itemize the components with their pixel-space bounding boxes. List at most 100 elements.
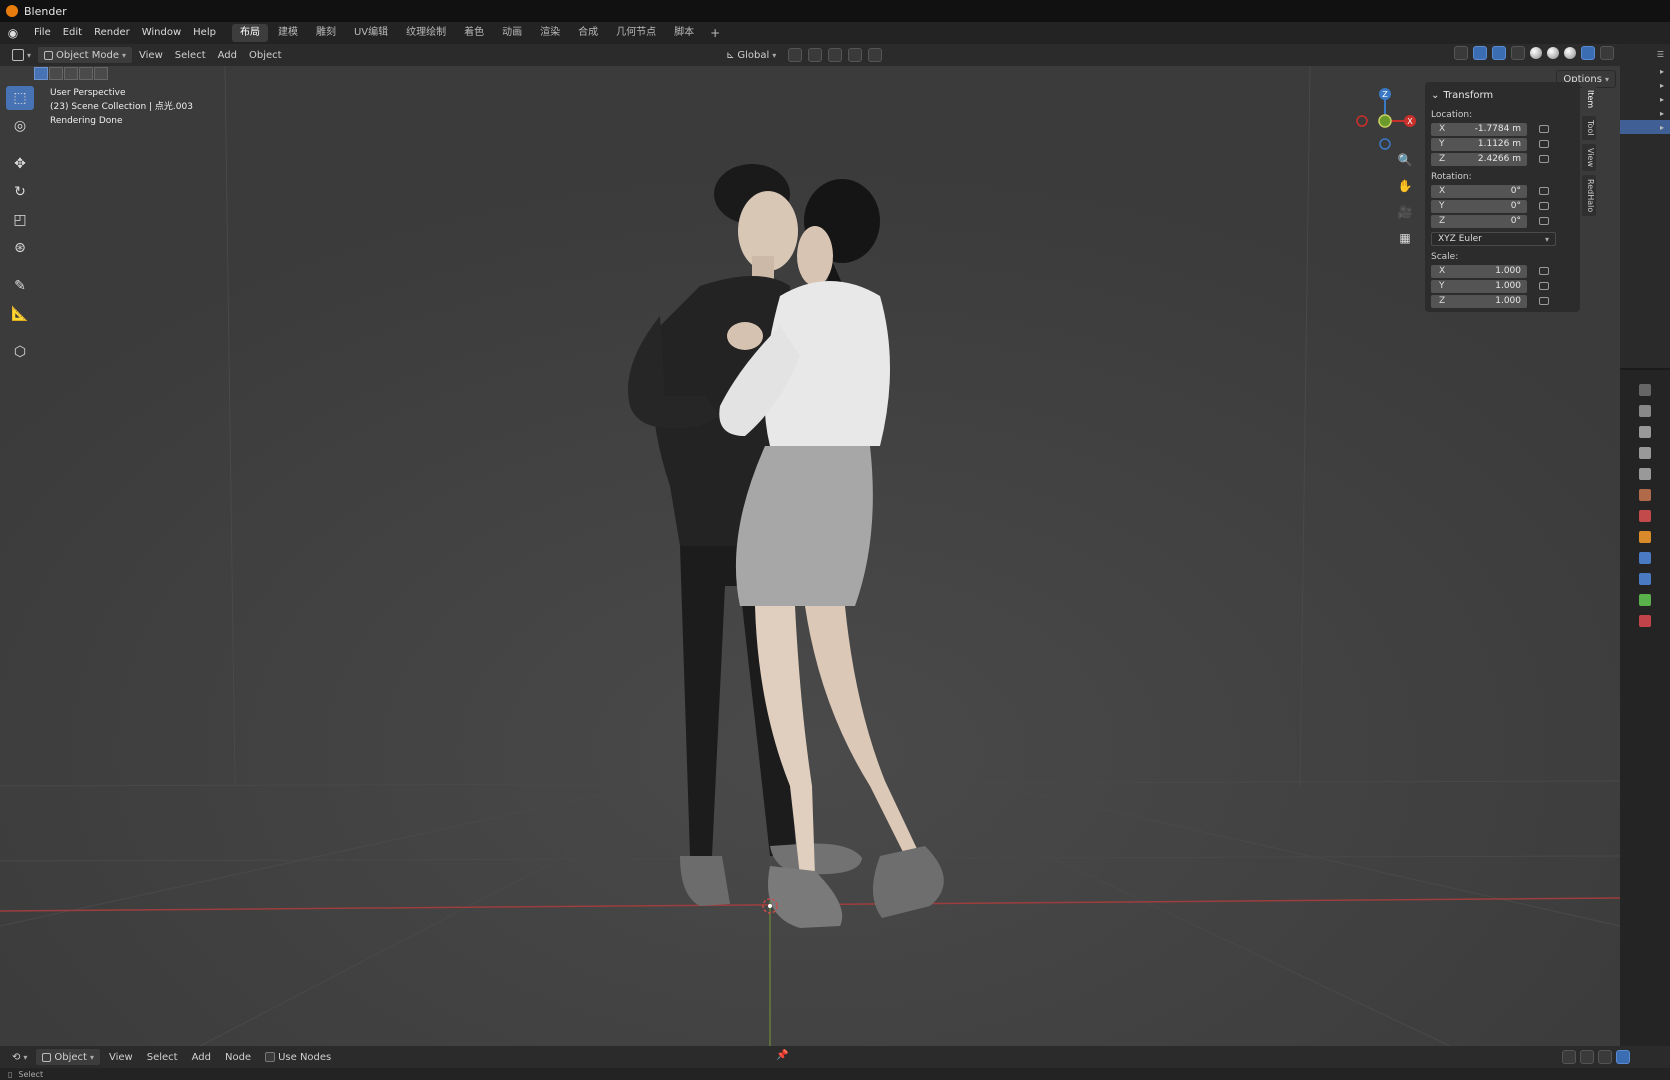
outliner-row-selected[interactable]: ▸ bbox=[1620, 120, 1670, 134]
rotation-y-field[interactable]: Y 0° bbox=[1431, 199, 1527, 213]
3d-viewport[interactable]: User Perspective (23) Scene Collection |… bbox=[0, 66, 1620, 1046]
mode-dropdown[interactable]: Object Mode ▾ bbox=[37, 46, 134, 64]
outliner-row[interactable]: ▸ bbox=[1620, 78, 1670, 92]
lock-icon[interactable] bbox=[1539, 267, 1549, 275]
wireframe-shading-icon[interactable] bbox=[1530, 47, 1542, 59]
node-menu-node[interactable]: Node bbox=[219, 1048, 257, 1066]
solid-shading-icon[interactable] bbox=[1547, 47, 1559, 59]
add-workspace-button[interactable]: + bbox=[704, 26, 726, 40]
use-nodes-toggle[interactable]: Use Nodes bbox=[259, 1048, 337, 1066]
sidebar-tab-redhalo[interactable]: RedHalo bbox=[1582, 174, 1596, 216]
workspace-tab-animation[interactable]: 动画 bbox=[494, 24, 530, 42]
workspace-tab-modeling[interactable]: 建模 bbox=[270, 24, 306, 42]
pause-render-icon[interactable] bbox=[1600, 46, 1614, 60]
select-box-tool-icon[interactable]: ⬚ bbox=[6, 86, 34, 110]
object-properties-icon[interactable] bbox=[1639, 531, 1651, 543]
scale-z-field[interactable]: Z 1.000 bbox=[1431, 294, 1527, 308]
material-shading-icon[interactable] bbox=[1564, 47, 1576, 59]
lock-icon[interactable] bbox=[1539, 297, 1549, 305]
world-properties-icon[interactable] bbox=[1639, 510, 1651, 522]
workspace-tab-uv-editing[interactable]: UV编辑 bbox=[346, 24, 396, 42]
lock-icon[interactable] bbox=[1539, 187, 1549, 195]
pan-hand-icon[interactable]: ✋ bbox=[1395, 176, 1415, 196]
transform-panel-header[interactable]: ⌄ Transform bbox=[1431, 86, 1574, 104]
rotation-x-field[interactable]: X 0° bbox=[1431, 184, 1527, 198]
gizmo-neg-z-axis[interactable] bbox=[1379, 138, 1391, 150]
visibility-icon[interactable] bbox=[1454, 46, 1468, 60]
view-layer-properties-icon[interactable] bbox=[1639, 468, 1651, 480]
outliner-strip[interactable]: ☰ ▸ ▸ ▸ ▸ ▸ bbox=[1620, 44, 1670, 370]
gizmo-y-axis[interactable] bbox=[1378, 114, 1392, 128]
menu-file[interactable]: File bbox=[28, 22, 57, 44]
navigation-gizmo[interactable]: Z X bbox=[1350, 86, 1420, 156]
outliner-row[interactable]: ▸ bbox=[1620, 64, 1670, 78]
parent-node-icon[interactable] bbox=[1562, 1050, 1576, 1064]
select-new-icon[interactable] bbox=[34, 67, 48, 80]
outliner-header-icon[interactable]: ☰ bbox=[1620, 44, 1670, 64]
pivot-point-icon[interactable] bbox=[788, 48, 803, 62]
menu-window[interactable]: Window bbox=[136, 22, 187, 44]
snap-element-icon[interactable] bbox=[1598, 1050, 1612, 1064]
measure-tool-icon[interactable]: 📐 bbox=[6, 302, 34, 326]
snap-target-icon[interactable] bbox=[828, 48, 843, 62]
location-y-field[interactable]: Y 1.1126 m bbox=[1431, 137, 1527, 151]
camera-view-icon[interactable]: 🎥 bbox=[1395, 202, 1415, 222]
scale-tool-icon[interactable]: ◰ bbox=[6, 208, 34, 232]
menu-view[interactable]: View bbox=[133, 46, 169, 64]
workspace-tab-scripting[interactable]: 脚本 bbox=[666, 24, 702, 42]
lock-icon[interactable] bbox=[1539, 202, 1549, 210]
pin-icon[interactable]: 📌 bbox=[776, 1050, 788, 1061]
sidebar-tab-item[interactable]: Item bbox=[1582, 86, 1596, 113]
constraints-properties-icon[interactable] bbox=[1639, 573, 1651, 585]
sidebar-tab-tool[interactable]: Tool bbox=[1582, 116, 1596, 140]
menu-help[interactable]: Help bbox=[187, 22, 222, 44]
use-nodes-checkbox[interactable] bbox=[265, 1052, 276, 1062]
blender-menu-icon[interactable]: ◉ bbox=[6, 26, 20, 40]
select-invert-icon[interactable] bbox=[79, 67, 93, 80]
lock-icon[interactable] bbox=[1539, 125, 1549, 133]
rotate-tool-icon[interactable]: ↻ bbox=[6, 180, 34, 204]
light-data-properties-icon[interactable] bbox=[1639, 594, 1651, 606]
workspace-tab-rendering[interactable]: 渲染 bbox=[532, 24, 568, 42]
menu-object[interactable]: Object bbox=[243, 46, 288, 64]
render-properties-icon[interactable] bbox=[1639, 426, 1651, 438]
workspace-tab-shading[interactable]: 着色 bbox=[456, 24, 492, 42]
overlay-toggle-icon[interactable] bbox=[1492, 46, 1506, 60]
rendered-shading-icon[interactable] bbox=[1581, 46, 1595, 60]
select-intersect-icon[interactable] bbox=[94, 67, 108, 80]
move-tool-icon[interactable]: ✥ bbox=[6, 152, 34, 176]
annotate-tool-icon[interactable]: ✎ bbox=[6, 274, 34, 298]
transform-tool-icon[interactable]: ⊛ bbox=[6, 236, 34, 260]
editor-type-button[interactable]: ⟲ ▾ bbox=[6, 1048, 33, 1066]
location-z-field[interactable]: Z 2.4266 m bbox=[1431, 152, 1527, 166]
workspace-tab-sculpting[interactable]: 雕刻 bbox=[308, 24, 344, 42]
menu-add[interactable]: Add bbox=[212, 46, 243, 64]
select-subtract-icon[interactable] bbox=[64, 67, 78, 80]
texture-properties-icon[interactable] bbox=[1639, 615, 1651, 627]
properties-editor-icon[interactable] bbox=[1639, 384, 1651, 396]
scale-y-field[interactable]: Y 1.000 bbox=[1431, 279, 1527, 293]
menu-render[interactable]: Render bbox=[88, 22, 136, 44]
select-extend-icon[interactable] bbox=[49, 67, 63, 80]
node-menu-view[interactable]: View bbox=[103, 1048, 139, 1066]
scale-x-field[interactable]: X 1.000 bbox=[1431, 264, 1527, 278]
overlay-toggle-icon[interactable] bbox=[1616, 1050, 1630, 1064]
workspace-tab-compositing[interactable]: 合成 bbox=[570, 24, 606, 42]
perspective-grid-icon[interactable]: ▦ bbox=[1395, 228, 1415, 248]
editor-type-button[interactable]: ▾ bbox=[6, 46, 37, 64]
menu-edit[interactable]: Edit bbox=[57, 22, 88, 44]
tool-properties-icon[interactable] bbox=[1639, 405, 1651, 417]
scene-properties-icon[interactable] bbox=[1639, 489, 1651, 501]
snap-icon[interactable] bbox=[1580, 1050, 1594, 1064]
workspace-tab-layout[interactable]: 布局 bbox=[231, 24, 268, 42]
gizmo-neg-x-axis[interactable] bbox=[1356, 115, 1368, 127]
cursor-tool-icon[interactable]: ◎ bbox=[6, 114, 34, 138]
menu-select[interactable]: Select bbox=[169, 46, 212, 64]
lock-icon[interactable] bbox=[1539, 217, 1549, 225]
shader-type-dropdown[interactable]: Object ▾ bbox=[35, 1048, 101, 1066]
lock-icon[interactable] bbox=[1539, 155, 1549, 163]
add-cube-tool-icon[interactable]: ⬡ bbox=[6, 340, 34, 364]
node-menu-add[interactable]: Add bbox=[186, 1048, 217, 1066]
physics-properties-icon[interactable] bbox=[1639, 552, 1651, 564]
falloff-icon[interactable] bbox=[868, 48, 883, 62]
